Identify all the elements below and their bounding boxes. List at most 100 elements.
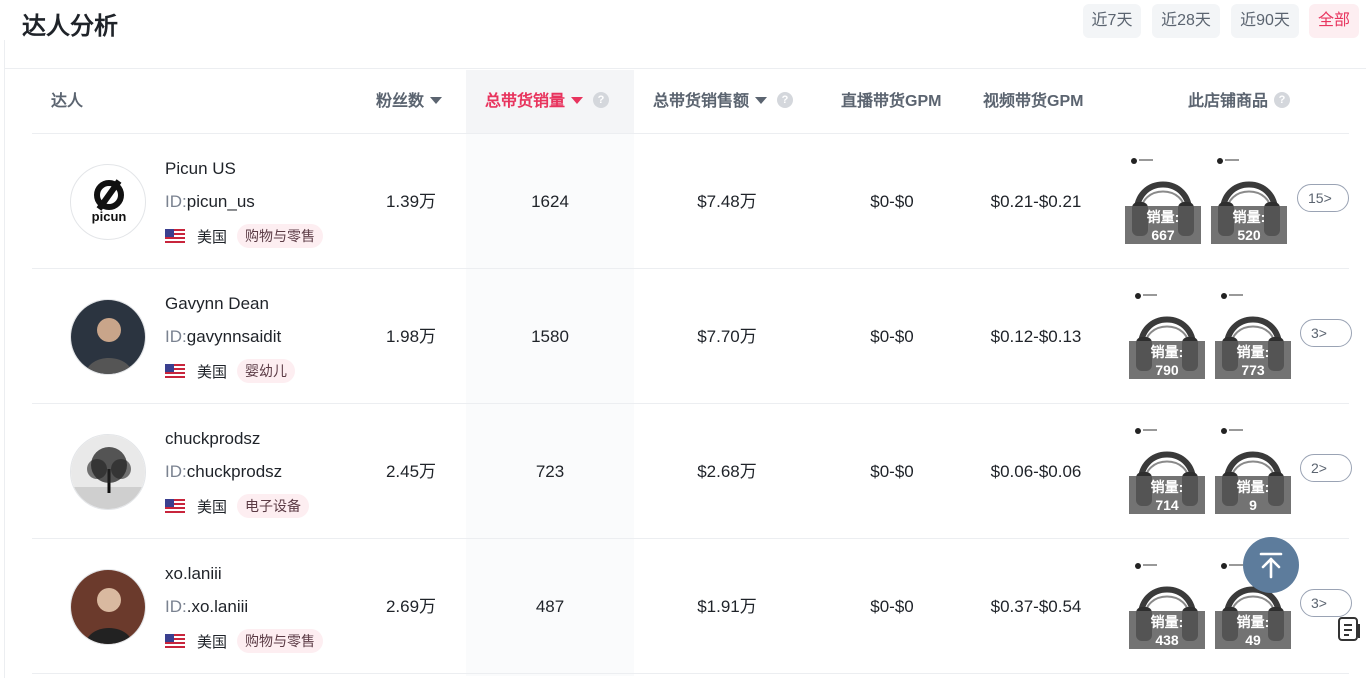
store-product-thumb[interactable]: 销量: 438 <box>1129 561 1205 649</box>
range-all-button[interactable]: 全部 <box>1309 4 1359 38</box>
category-tag: 购物与零售 <box>237 224 324 248</box>
col-live-gpm: 直播带货GPM <box>841 93 942 110</box>
more-count: 3 <box>1311 595 1319 611</box>
sold-label: 销量: <box>1232 209 1266 225</box>
chevron-right-icon: > <box>1318 460 1327 476</box>
sold-label: 销量: <box>1236 479 1270 495</box>
creator-avatar[interactable] <box>70 299 146 375</box>
creator-id-value: .xo.laniii <box>186 597 249 616</box>
category-tag: 购物与零售 <box>237 629 324 653</box>
col-total-sales-label: 总带货销售额 <box>653 93 750 110</box>
table-row[interactable]: chuckprodsz ID:chuckprodsz 美国 电子设备 2.45万 723 $… <box>32 404 1352 539</box>
product-sold-badge: 销量: 773 <box>1215 341 1291 379</box>
product-sold-badge: 销量: 520 <box>1211 206 1287 244</box>
more-products-button[interactable]: 3> <box>1300 319 1352 347</box>
table-header: 达人 粉丝数 总带货销量? 总带货销售额? 直播带货GPM 视频带货GPM 此店… <box>32 70 1349 134</box>
creator-table: 达人 粉丝数 总带货销量? 总带货销售额? 直播带货GPM 视频带货GPM 此店… <box>32 70 1352 676</box>
sold-label: 销量: <box>1146 209 1180 225</box>
col-followers-label: 粉丝数 <box>376 93 425 110</box>
range-7d-button[interactable]: 近7天 <box>1083 4 1141 38</box>
product-sold-badge: 销量: 667 <box>1125 206 1201 244</box>
help-icon[interactable]: ? <box>777 92 794 109</box>
tree-photo <box>71 435 145 509</box>
creator-country: 美国 购物与零售 <box>165 629 324 653</box>
creator-avatar[interactable] <box>70 569 146 645</box>
table-row[interactable]: Gavynn Dean ID:gavynnsaidit 美国 婴幼儿 1.98万 1580… <box>32 269 1352 404</box>
col-total-units-label: 总带货销量 <box>485 93 566 110</box>
chevron-right-icon: > <box>1318 595 1327 611</box>
creator-name[interactable]: Picun US <box>165 159 236 179</box>
store-product-thumb[interactable]: 销量: 714 <box>1129 426 1205 514</box>
creator-name[interactable]: xo.laniii <box>165 564 222 584</box>
followers-cell: 1.39万 <box>385 192 437 211</box>
sold-count: 773 <box>1241 362 1265 378</box>
total-units-cell: 723 <box>535 462 565 481</box>
more-products-button[interactable]: 15> <box>1297 184 1349 212</box>
video-gpm-cell: $0.37-$0.54 <box>990 597 1082 616</box>
followers-cell: 2.69万 <box>385 597 437 616</box>
creator-avatar[interactable]: picun <box>70 164 146 240</box>
col-store-products-label: 此店铺商品 <box>1188 93 1269 110</box>
creator-country: 美国 电子设备 <box>165 494 310 518</box>
store-product-thumb[interactable]: 销量: 790 <box>1129 291 1205 379</box>
left-divider <box>4 40 5 678</box>
chevron-right-icon: > <box>1323 190 1332 206</box>
col-followers[interactable]: 粉丝数 <box>376 70 443 134</box>
creator-id: ID:chuckprodsz <box>165 462 282 482</box>
sold-count: 438 <box>1155 632 1179 648</box>
table-row[interactable]: xo.laniii ID:.xo.laniii 美国 购物与零售 2.69万 487 $1.… <box>32 539 1352 674</box>
us-flag-icon <box>165 499 185 513</box>
help-icon[interactable]: ? <box>593 92 610 109</box>
creator-id-label: ID: <box>165 597 187 616</box>
video-gpm-cell: $0.06-$0.06 <box>990 462 1082 481</box>
store-product-thumb[interactable]: 销量: 773 <box>1215 291 1291 379</box>
country-name: 美国 <box>197 498 228 516</box>
help-icon[interactable]: ? <box>1274 92 1291 109</box>
product-sold-badge: 销量: 714 <box>1129 476 1205 514</box>
more-count: 15 <box>1308 190 1324 206</box>
store-product-thumb[interactable]: 销量: 9 <box>1215 426 1291 514</box>
creator-name[interactable]: chuckprodsz <box>165 429 260 449</box>
creator-avatar[interactable] <box>70 434 146 510</box>
col-video-gpm: 视频带货GPM <box>983 93 1084 110</box>
document-list-icon[interactable] <box>1336 616 1362 642</box>
sold-label: 销量: <box>1150 479 1184 495</box>
sold-count: 520 <box>1237 227 1261 243</box>
store-product-thumb[interactable]: 销量: 667 <box>1125 156 1201 244</box>
creator-id-value: picun_us <box>186 192 255 211</box>
creator-id-label: ID: <box>165 327 187 346</box>
us-flag-icon <box>165 634 185 648</box>
sold-count: 714 <box>1155 497 1179 513</box>
creator-id: ID:gavynnsaidit <box>165 327 281 347</box>
more-products-button[interactable]: 3> <box>1300 589 1352 617</box>
category-tag: 婴幼儿 <box>237 359 296 383</box>
us-flag-icon <box>165 364 185 378</box>
header-divider <box>4 68 1366 69</box>
total-units-cell: 1580 <box>531 327 569 346</box>
product-sold-badge: 销量: 790 <box>1129 341 1205 379</box>
col-total-units[interactable]: 总带货销量? <box>485 70 610 134</box>
person-photo <box>71 300 145 374</box>
sold-count: 9 <box>1249 497 1257 513</box>
range-90d-button[interactable]: 近90天 <box>1231 4 1299 38</box>
creator-country: 美国 婴幼儿 <box>165 359 296 383</box>
more-products-button[interactable]: 2> <box>1300 454 1352 482</box>
product-sold-badge: 销量: 9 <box>1215 476 1291 514</box>
table-row[interactable]: picun Picun US ID:picun_us 美国 购物与零售 1.39万 1624… <box>32 134 1349 269</box>
live-gpm-cell: $0-$0 <box>870 597 914 616</box>
back-to-top-button[interactable] <box>1243 537 1299 593</box>
caret-down-icon <box>571 96 584 104</box>
page-title: 达人分析 <box>22 13 118 40</box>
caret-down-icon <box>430 96 443 104</box>
product-sold-badge: 销量: 438 <box>1129 611 1205 649</box>
arrow-up-icon <box>1259 552 1283 579</box>
total-sales-cell: $1.91万 <box>697 597 757 616</box>
more-count: 2 <box>1311 460 1319 476</box>
sold-count: 790 <box>1155 362 1179 378</box>
creator-name[interactable]: Gavynn Dean <box>165 294 269 314</box>
creator-id-label: ID: <box>165 192 187 211</box>
col-total-sales[interactable]: 总带货销售额? <box>653 70 794 134</box>
range-28d-button[interactable]: 近28天 <box>1152 4 1220 38</box>
total-units-cell: 1624 <box>531 192 569 211</box>
store-product-thumb[interactable]: 销量: 520 <box>1211 156 1287 244</box>
